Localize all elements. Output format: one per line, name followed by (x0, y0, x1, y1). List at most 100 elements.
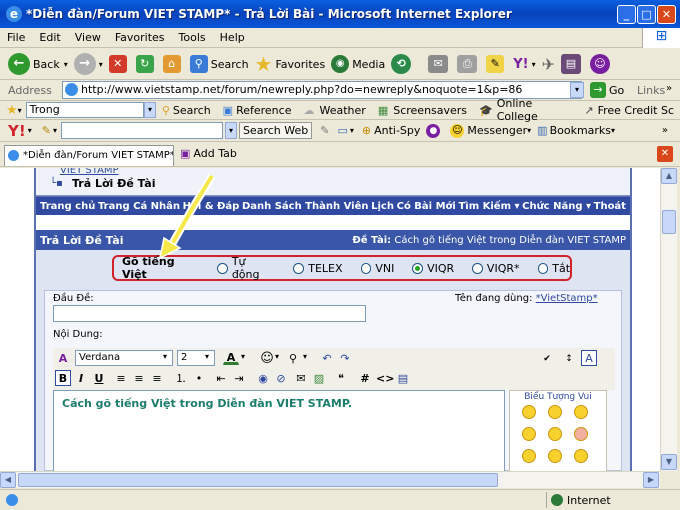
yahoo-menu-dropdown-icon[interactable]: ▾ (28, 126, 32, 135)
radio-vni[interactable] (360, 262, 372, 274)
go-button[interactable]: → Go (590, 82, 624, 98)
smilie-sad-icon[interactable] (548, 405, 562, 419)
smilie-grin-icon[interactable] (522, 427, 536, 441)
text-color-icon[interactable]: A (223, 349, 239, 365)
smilie-happy-icon[interactable] (522, 405, 536, 419)
redo-icon[interactable]: ↷ (337, 350, 353, 366)
yahoo-mail-button[interactable]: Y! ▾ (513, 57, 535, 72)
search-button[interactable]: ⚲ Search (189, 55, 249, 73)
attach-icon[interactable]: ⚲ (285, 350, 301, 366)
outdent-icon[interactable]: ⇤ (213, 370, 229, 386)
align-center-icon[interactable]: ≡ (131, 370, 147, 386)
nav-calendar[interactable]: Lịch (371, 201, 394, 212)
smilie-icon[interactable]: ☺ (259, 350, 275, 366)
unordered-list-icon[interactable]: • (191, 370, 207, 386)
favorites-button[interactable]: ★ Favorites (255, 52, 326, 76)
refresh-button[interactable]: ↻ (135, 55, 157, 73)
stop-button[interactable]: ✕ (108, 55, 130, 73)
toolbar-search-dropdown-icon[interactable]: ▾ (144, 102, 156, 118)
nav-functions[interactable]: Chức Năng ▾ (522, 201, 591, 212)
favorites-dropdown-icon[interactable]: ▾ (18, 106, 22, 115)
color-dropdown-icon[interactable]: ▾ (241, 352, 245, 361)
quote-icon[interactable]: ❝ (333, 370, 349, 386)
nav-search[interactable]: Tìm Kiếm ▾ (458, 201, 519, 212)
align-right-icon[interactable]: ≡ (149, 370, 165, 386)
yahoo-search-input[interactable] (60, 122, 223, 139)
media-button[interactable]: ◉ Media (331, 55, 385, 73)
tab-forum[interactable]: *Diễn đàn/Forum VIET STAMP* ... (4, 145, 174, 166)
links-chevron-icon[interactable]: » (666, 83, 672, 94)
yahoo-search-dropdown-icon[interactable]: ▾ (224, 122, 237, 139)
underline-icon[interactable]: U (91, 370, 107, 386)
image-icon[interactable]: ▨ (311, 370, 327, 386)
yahoo-chevron-icon[interactable]: » (662, 125, 668, 136)
smilie-tongue-icon[interactable] (548, 449, 562, 463)
ordered-list-icon[interactable]: ⒈ (173, 370, 189, 386)
messenger-menu-button[interactable]: ☺ Messenger ▾ (450, 123, 531, 138)
horizontal-scroll-thumb[interactable] (18, 473, 498, 487)
horizontal-scrollbar[interactable]: ◀ ▶ (0, 471, 660, 488)
bold-icon[interactable]: B (55, 370, 71, 386)
maximize-button[interactable]: □ (637, 5, 656, 24)
code-icon[interactable]: # (357, 370, 373, 386)
highlighter-dropdown-icon[interactable]: ▾ (53, 126, 57, 135)
title-input[interactable] (53, 305, 366, 322)
forward-dropdown-icon[interactable]: ▾ (99, 60, 103, 69)
resize-icon[interactable]: ↕ (561, 350, 577, 366)
print-button[interactable]: ⎙ (457, 55, 480, 73)
remove-format-icon[interactable]: A (55, 350, 71, 366)
weather-button[interactable]: ☁ Weather (303, 104, 365, 117)
yahoo-dropdown-icon[interactable]: ▾ (532, 60, 536, 69)
font-dropdown-icon[interactable]: ▾ (163, 352, 167, 361)
attach-dropdown-icon[interactable]: ▾ (303, 352, 307, 361)
free-credit-button[interactable]: ↗ Free Credit Sc (584, 104, 674, 117)
plane-button[interactable]: ✈ (542, 55, 555, 74)
screensavers-button[interactable]: ▦ Screensavers (378, 104, 467, 117)
nav-members[interactable]: Danh Sách Thành Viên (242, 201, 369, 212)
mail-button[interactable]: ✉ (428, 55, 451, 73)
toolbar-search-input[interactable]: Trong (25, 102, 145, 118)
menu-file[interactable]: File (0, 31, 32, 44)
anti-spy-button[interactable]: ⊕ Anti-Spy (362, 124, 421, 137)
smilie-laugh-icon[interactable] (574, 449, 588, 463)
smilie-wink-icon[interactable] (574, 405, 588, 419)
html-icon[interactable]: <> (375, 370, 394, 386)
close-tab-button[interactable]: ✕ (657, 146, 673, 162)
italic-icon[interactable]: I (73, 370, 89, 386)
winrar-button[interactable]: ▤ (561, 54, 584, 74)
email-link-icon[interactable]: ✉ (293, 370, 309, 386)
smilie-cool-icon[interactable] (522, 449, 536, 463)
history-button[interactable]: ⟲ (391, 54, 414, 74)
undo-icon[interactable]: ↶ (319, 350, 335, 366)
links-search-button[interactable]: ⚲ Search (162, 104, 211, 117)
scroll-left-icon[interactable]: ◀ (0, 472, 16, 488)
scroll-up-icon[interactable]: ▲ (661, 168, 677, 184)
home-button[interactable]: ⌂ (162, 55, 184, 73)
size-dropdown-icon[interactable]: ▾ (205, 352, 209, 361)
vertical-scroll-thumb[interactable] (662, 210, 676, 234)
add-tab-button[interactable]: ▣ Add Tab (180, 147, 237, 160)
message-editor[interactable]: Cách gõ tiếng Việt trong Diễn đàn VIET S… (53, 390, 505, 471)
size-select[interactable]: 2 (177, 350, 215, 366)
reference-button[interactable]: ▣ Reference (223, 104, 292, 117)
smilie-dropdown-icon[interactable]: ▾ (275, 352, 279, 361)
purple-circle-icon[interactable]: ● (426, 123, 441, 138)
nav-logout[interactable]: Thoát (594, 201, 626, 212)
smilie-angry-icon[interactable] (574, 427, 588, 441)
radio-off[interactable] (537, 262, 549, 274)
close-button[interactable]: ✕ (657, 5, 676, 24)
back-button[interactable]: ← Back ▾ (8, 53, 68, 75)
forward-button[interactable]: → ▾ (73, 53, 103, 75)
indent-icon[interactable]: ⇥ (231, 370, 247, 386)
php-icon[interactable]: ▤ (395, 370, 411, 386)
menu-favorites[interactable]: Favorites (108, 31, 172, 44)
bookmarks-menu-button[interactable]: ▥ Bookmarks ▾ (537, 124, 615, 137)
yahoo-logo-icon[interactable]: Y! (8, 122, 26, 140)
search-web-button[interactable]: Search Web (238, 122, 313, 139)
minimize-button[interactable]: _ (617, 5, 636, 24)
window-dropdown-icon[interactable]: ▾ (350, 126, 354, 135)
scroll-down-icon[interactable]: ▼ (661, 454, 677, 470)
nav-home[interactable]: Trang chủ (40, 201, 95, 212)
menu-view[interactable]: View (68, 31, 108, 44)
links-label[interactable]: Links (637, 84, 665, 97)
